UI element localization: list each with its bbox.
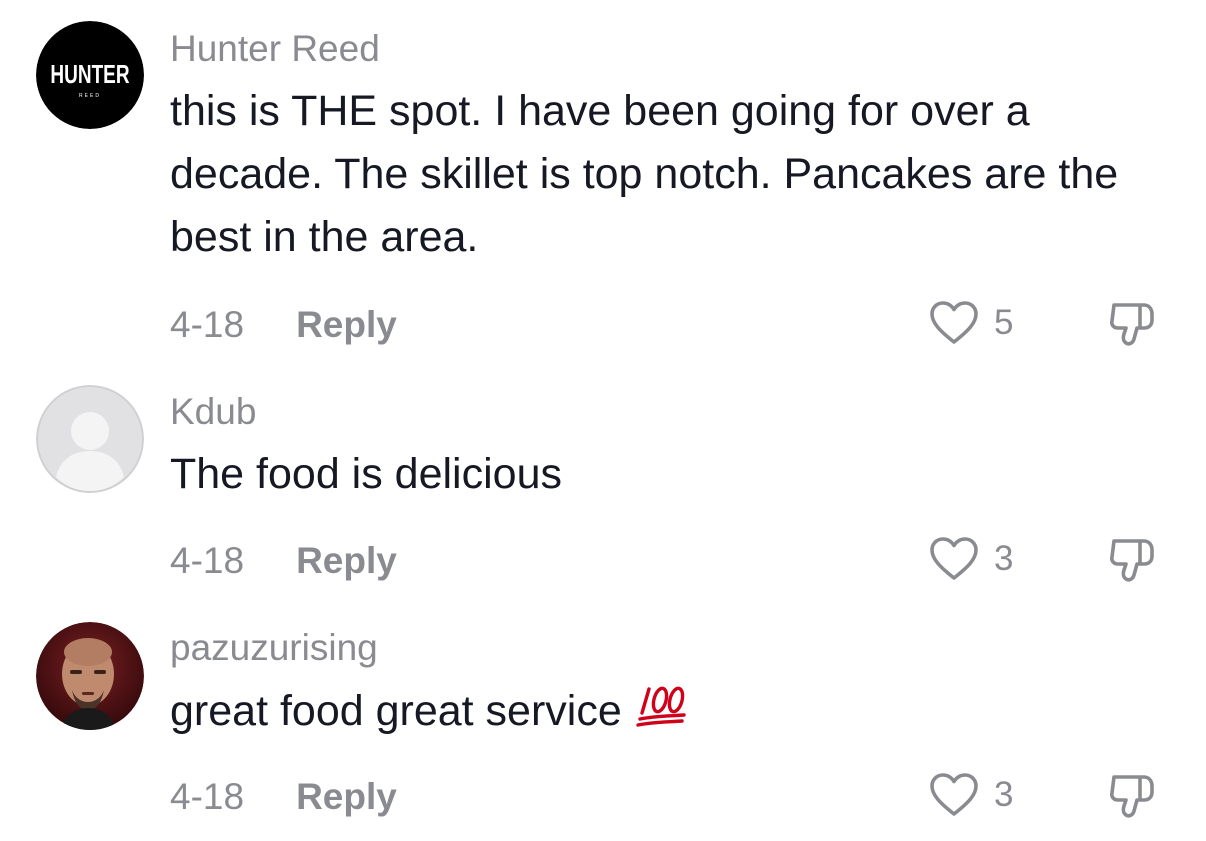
avatar-logo-subtext: REED [79,93,101,99]
comment-meta: 4-18 Reply [170,776,397,818]
avatar[interactable] [36,385,144,493]
like-count: 3 [994,775,1014,814]
like-button[interactable]: 3 [928,772,1013,818]
thumbs-down-icon [1110,303,1154,346]
comment-date: 4-18 [170,540,245,581]
dislike-button[interactable] [1104,531,1160,587]
thumbs-down-icon [1110,775,1154,818]
like-count: 3 [994,539,1014,578]
comment-meta: 4-18 Reply [170,304,397,346]
comment-meta: 4-18 Reply [170,540,397,582]
comment-username[interactable]: Kdub [170,391,256,433]
comment-date: 4-18 [170,776,245,817]
like-button[interactable]: 5 [928,300,1013,346]
reply-button[interactable]: Reply [296,304,397,346]
comment-username[interactable]: Hunter Reed [170,28,380,70]
heart-icon [930,773,978,816]
comment-text: great food great service [170,680,1160,743]
heart-icon [930,301,978,344]
comment-text: this is THE spot. I have been going for … [170,87,1119,261]
dislike-button[interactable] [1104,767,1160,823]
user-photo-avatar [36,622,144,730]
comment-text: The food is delicious [170,450,562,498]
avatar-logo-text: HUNTER [50,60,129,88]
dislike-button[interactable] [1104,295,1160,351]
hunter-reed-logo-avatar: HUNTER REED [36,21,144,129]
heart-icon [930,537,978,580]
thumbs-down-icon [1110,539,1154,582]
avatar[interactable]: HUNTER REED [36,21,144,129]
like-button[interactable]: 3 [928,536,1013,582]
comment-date: 4-18 [170,304,245,345]
hundred-points-emoji [636,686,686,727]
default-user-avatar [36,385,144,493]
avatar[interactable] [36,622,144,730]
comment-username[interactable]: pazuzurising [170,627,378,669]
like-count: 5 [994,303,1014,342]
comment-text-content: great food great service [170,687,622,735]
reply-button[interactable]: Reply [296,776,397,818]
reply-button[interactable]: Reply [296,540,397,582]
